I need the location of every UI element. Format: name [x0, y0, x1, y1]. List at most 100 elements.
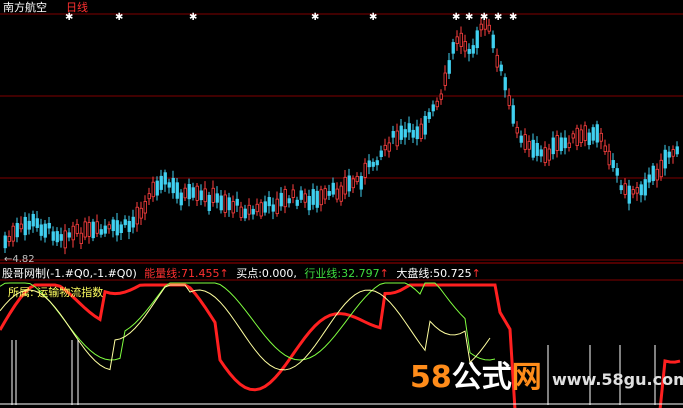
candle-body	[247, 204, 251, 215]
signal-marker-icon: ✱	[480, 12, 488, 23]
candle-body	[139, 207, 143, 219]
stock-chart-window: ✱ ✱ ✱ ✱ ✱ ✱ ✱ ✱ ✱ ✱ 南方航空 日线 ←4.82 股哥网制(-1.#Q0,-1.…	[0, 0, 683, 408]
candle-body	[475, 30, 479, 49]
candle-body	[655, 168, 659, 181]
candle-body	[199, 190, 203, 201]
candle-body	[643, 179, 647, 196]
candle-body	[523, 134, 527, 150]
buy-point-value: 0.000,	[261, 267, 297, 280]
candle-body	[439, 93, 443, 100]
watermark-url: www.58gu.com	[552, 370, 683, 389]
sector-label: 所属:	[8, 286, 34, 299]
candle-body	[167, 182, 171, 188]
candle-body	[123, 219, 127, 226]
candle-body	[251, 208, 255, 215]
candle-body	[379, 150, 383, 158]
candle-body	[127, 220, 131, 232]
candle-body	[423, 115, 427, 135]
candle-body	[15, 222, 19, 238]
candle-body	[375, 160, 379, 166]
candle-body	[147, 193, 151, 200]
candle-body	[131, 216, 135, 228]
chart-period[interactable]: 日线	[66, 1, 88, 14]
up-arrow-icon: ↑	[379, 267, 389, 280]
candle-body	[527, 140, 531, 150]
candle-body	[595, 124, 599, 143]
candle-body	[671, 149, 675, 157]
energy-line	[0, 283, 681, 408]
candle-body	[91, 221, 95, 239]
candle-body	[583, 125, 587, 141]
indicator-name[interactable]: 股哥网制	[2, 267, 46, 280]
candle-body	[539, 149, 543, 157]
sector-value: 运输物流指数	[37, 286, 104, 299]
candle-body	[623, 183, 627, 195]
candlestick-chart[interactable]: ✱ ✱ ✱ ✱ ✱ ✱ ✱ ✱ ✱ ✱	[0, 0, 683, 408]
candle-body	[631, 189, 635, 195]
candle-body	[95, 221, 99, 234]
candle-body	[427, 112, 431, 120]
energy-line-readout: 能量线:71.455↑	[144, 267, 228, 280]
candle-body	[615, 168, 619, 176]
industry-line-label: 行业线:	[304, 267, 342, 280]
candle-body	[59, 234, 63, 241]
candle-body	[399, 125, 403, 140]
candle-body	[431, 104, 435, 112]
candle-body	[415, 126, 419, 140]
candle-body	[419, 123, 423, 139]
candle-body	[119, 224, 123, 234]
candle-body	[31, 213, 35, 227]
candle-body	[495, 54, 499, 68]
candle-body	[487, 24, 491, 32]
market-line-value: 50.725	[433, 267, 472, 280]
candle-body	[55, 231, 59, 243]
candle-body	[279, 192, 283, 207]
candle-body	[63, 230, 67, 249]
candle-body	[75, 223, 79, 234]
candle-body	[611, 160, 615, 168]
candle-body	[175, 182, 179, 199]
candle-body	[503, 77, 507, 91]
candle-body	[143, 200, 147, 214]
candle-body	[603, 145, 607, 152]
candle-body	[99, 229, 103, 235]
candle-body	[307, 196, 311, 211]
candle-body	[639, 184, 643, 196]
signal-marker-icon: ✱	[115, 12, 123, 23]
candle-body	[183, 187, 187, 199]
candle-body	[575, 127, 579, 146]
signal-marker-icon: ✱	[494, 12, 502, 23]
candle-body	[651, 165, 655, 182]
candle-body	[239, 206, 243, 218]
energy-line-label: 能量线:	[144, 267, 181, 280]
candle-body	[359, 176, 363, 190]
candle-body	[459, 32, 463, 47]
buy-point-label: 买点:	[236, 267, 262, 280]
candle-body	[531, 139, 535, 158]
watermark-wang: 网	[511, 360, 542, 395]
candle-body	[235, 198, 239, 206]
candle-body	[47, 222, 51, 229]
candle-body	[343, 176, 347, 195]
candle-body	[39, 224, 43, 236]
candle-body	[299, 190, 303, 200]
candle-body	[79, 232, 83, 244]
candle-body	[195, 185, 199, 201]
candle-body	[323, 188, 327, 200]
candle-body	[403, 129, 407, 138]
candle-body	[263, 201, 267, 213]
candle-body	[591, 127, 595, 141]
candle-body	[663, 149, 667, 169]
candle-body	[83, 221, 87, 238]
candle-body	[3, 235, 7, 249]
candle-body	[551, 137, 555, 155]
candle-body	[567, 142, 571, 148]
candle-body	[179, 192, 183, 206]
candle-body	[599, 132, 603, 142]
candle-body	[215, 193, 219, 203]
watermark-logo: 58公式网	[410, 352, 542, 396]
candle-body	[675, 146, 679, 155]
candle-body	[335, 188, 339, 200]
candle-body	[71, 225, 75, 241]
industry-line-value: 32.797	[341, 267, 380, 280]
